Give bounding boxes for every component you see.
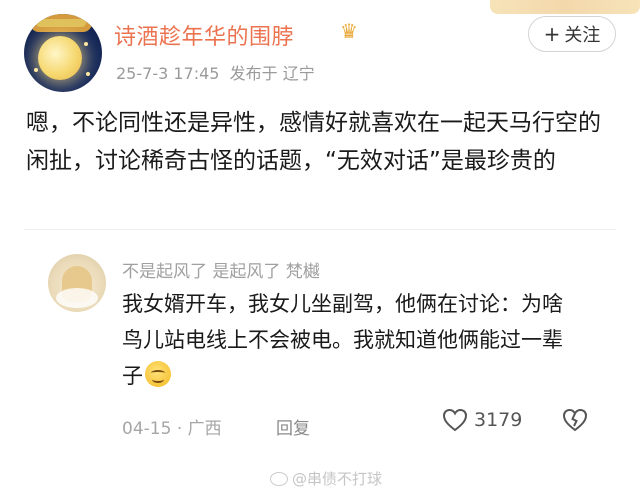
meta-separator: ·	[176, 419, 183, 439]
follow-label: 关注	[564, 25, 601, 46]
avatar-cloud	[56, 288, 98, 308]
post-text: 嗯，不论同性还是异性，感情好就喜欢在一起天马行空的闲扯，讨论稀奇古怪的话题，“无…	[26, 110, 601, 174]
watermark: @串债不打球	[270, 468, 382, 489]
comment-text: 我女婿开车，我女儿坐副驾，他俩在讨论：为啥鸟儿站电线上不会被电。我就知道他俩能过…	[122, 286, 582, 394]
comment-avatar[interactable]	[48, 254, 106, 312]
plus-icon: +	[543, 22, 561, 46]
header-decoration	[490, 0, 640, 14]
avatar-banner	[30, 14, 92, 32]
comment-meta: 04-15 · 广西	[122, 414, 222, 439]
grinning-emoji-icon	[145, 361, 171, 387]
post-meta: 25-7-3 17:45 发布于 辽宁	[116, 60, 315, 84]
like-button[interactable]: 3179	[442, 408, 522, 432]
comment-date: 04-15	[122, 419, 172, 439]
follow-button[interactable]: + 关注	[528, 16, 616, 52]
comment-author-names[interactable]: 不是起风了 是起风了 梵樾	[122, 257, 320, 282]
weibo-logo-icon	[270, 471, 288, 486]
heart-icon	[442, 408, 468, 432]
like-count: 3179	[474, 409, 523, 431]
watermark-text: @串债不打球	[292, 470, 383, 488]
moon-image	[38, 36, 82, 80]
divider	[24, 229, 616, 230]
broken-heart-icon	[562, 408, 588, 432]
star-dot	[84, 42, 88, 46]
post-username[interactable]: 诗酒趁年华的围脖	[114, 19, 294, 51]
comment-body: 我女婿开车，我女儿坐副驾，他俩在讨论：为啥鸟儿站电线上不会被电。我就知道他俩能过…	[122, 292, 563, 388]
post-avatar[interactable]	[24, 14, 102, 92]
crown-icon: ♛	[340, 19, 358, 43]
star-dot	[34, 68, 38, 72]
reply-button[interactable]: 回复	[276, 414, 310, 439]
dislike-button[interactable]	[562, 408, 588, 436]
post-timestamp: 25-7-3 17:45	[116, 64, 220, 83]
star-dot	[86, 72, 90, 76]
post-location: 发布于 辽宁	[229, 64, 315, 83]
comment-location: 广西	[187, 419, 222, 439]
